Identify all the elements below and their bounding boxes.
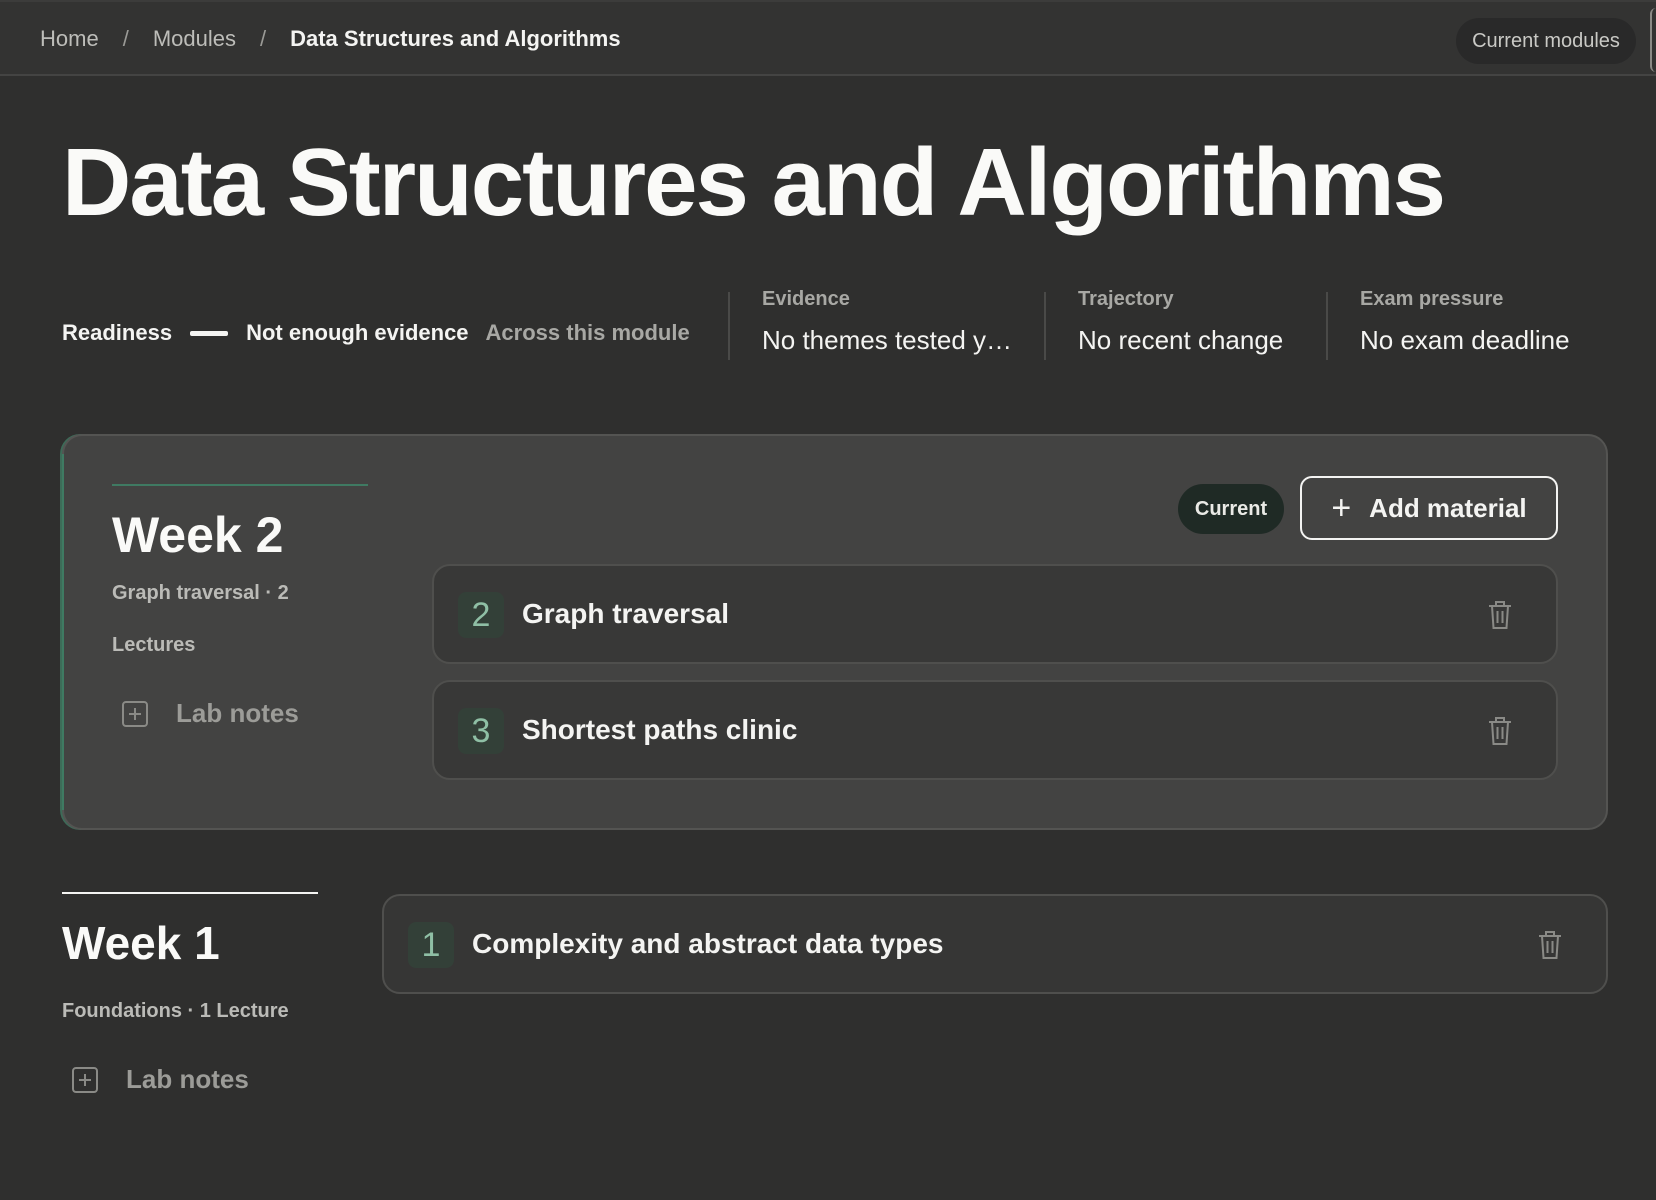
material-title: Complexity and abstract data types: [472, 928, 944, 959]
week-meta: Foundations · 1 Lecture: [62, 1000, 289, 1022]
lab-notes-button[interactable]: Lab notes: [72, 1064, 249, 1095]
lab-notes-label: Lab notes: [176, 698, 299, 728]
plus-square-icon: [72, 1066, 98, 1093]
lab-notes-button[interactable]: Lab notes: [122, 698, 299, 729]
plus-square-icon: [122, 700, 148, 727]
evidence-label: Evidence: [762, 288, 850, 310]
exam-pressure-stat: Exam pressure No exam deadline: [1360, 288, 1570, 356]
trajectory-value: No recent change: [1078, 325, 1284, 355]
week-meta: Graph traversal · 2: [112, 582, 289, 604]
trajectory-label: Trajectory: [1078, 288, 1174, 310]
exam-pressure-label: Exam pressure: [1360, 288, 1504, 310]
week-title: Week 2: [112, 507, 284, 563]
plus-icon: +: [1331, 489, 1352, 527]
readiness-label: Readiness: [62, 320, 173, 345]
breadcrumb-current: Data Structures and Algorithms: [290, 26, 621, 51]
add-material-label: Add material: [1369, 492, 1527, 523]
breadcrumb-modules[interactable]: Modules: [153, 26, 236, 52]
lab-notes-label: Lab notes: [126, 1064, 249, 1094]
stat-divider: [728, 292, 730, 360]
add-material-button[interactable]: + Add material: [1300, 476, 1558, 540]
readiness-value: Not enough evidence: [246, 320, 469, 345]
breadcrumb-separator: /: [122, 26, 129, 51]
breadcrumb-separator: /: [259, 26, 267, 51]
evidence-stat: Evidence No themes tested y…: [762, 288, 1012, 356]
readiness-scope: Across this module: [485, 320, 690, 345]
material-number: 3: [458, 708, 504, 754]
panel-edge-handle: [1650, 8, 1656, 72]
material-title: Graph traversal: [522, 598, 729, 629]
week-rule: [62, 892, 318, 894]
week-meta-lectures: Lectures: [112, 634, 196, 656]
trash-icon[interactable]: [1488, 716, 1512, 746]
material-number: 2: [458, 592, 504, 638]
readiness-dash-indicator: [190, 330, 229, 336]
trash-icon[interactable]: [1488, 600, 1512, 630]
week-title: Week 1: [62, 917, 220, 969]
readiness-stat: Readiness Not enough evidence Across thi…: [62, 318, 690, 348]
material-number: 1: [408, 922, 454, 968]
material-title: Shortest paths clinic: [522, 714, 798, 745]
week-accent-rule: [112, 484, 368, 486]
status-badge: Current: [1178, 484, 1284, 534]
exam-pressure-value: No exam deadline: [1360, 325, 1570, 355]
stat-divider: [1326, 292, 1328, 360]
material-item[interactable]: 3 Shortest paths clinic: [432, 680, 1558, 780]
page-title: Data Structures and Algorithms: [62, 129, 1446, 236]
stat-divider: [1044, 292, 1046, 360]
current-modules-button[interactable]: Current modules: [1456, 18, 1636, 64]
evidence-value: No themes tested y…: [762, 325, 1012, 355]
material-item[interactable]: 2 Graph traversal: [432, 564, 1558, 664]
trash-icon[interactable]: [1538, 930, 1562, 960]
breadcrumb: Home / Modules / Data Structures and Alg…: [40, 26, 621, 52]
breadcrumb-home[interactable]: Home: [40, 26, 99, 52]
top-bar: Home / Modules / Data Structures and Alg…: [0, 0, 1656, 76]
trajectory-stat: Trajectory No recent change: [1078, 288, 1283, 356]
material-item[interactable]: 1 Complexity and abstract data types: [382, 894, 1608, 994]
